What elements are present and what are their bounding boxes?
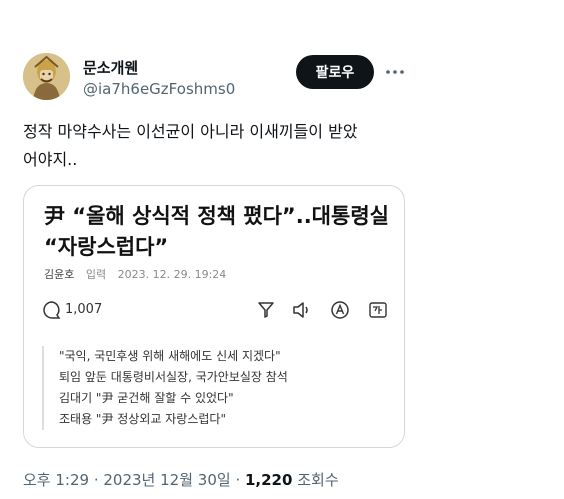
follow-button[interactable]: 팔로우 bbox=[296, 55, 374, 89]
tweet-text: 정작 마약수사는 이선균이 아니라 이새끼들이 받았 어야지.. bbox=[23, 118, 423, 174]
reporter-name: 김윤호 bbox=[44, 268, 75, 281]
tweet-line: 어야지.. bbox=[23, 150, 78, 169]
article-summary: "국익, 국민후생 위해 새해에도 신세 지겠다" 퇴임 앞둔 대통령비서실장,… bbox=[42, 346, 379, 430]
summary-line: 퇴임 앞둔 대통령비서실장, 국가안보실장 참석 bbox=[59, 370, 288, 384]
summary-line: "국익, 국민후생 위해 새해에도 신세 지겠다" bbox=[59, 349, 281, 363]
more-dots-icon[interactable] bbox=[383, 60, 407, 84]
meta-separator: · bbox=[230, 471, 245, 489]
translate-icon[interactable] bbox=[368, 300, 388, 320]
card-headline: 尹 “올해 상식적 정책 폈다”..대통령실 “자랑스럽다” bbox=[44, 201, 394, 263]
views-label: 조회수 bbox=[297, 471, 339, 489]
input-label: 입력 bbox=[85, 268, 107, 281]
author-avatar[interactable] bbox=[23, 53, 70, 100]
summary-line: 조태용 "尹 정상외교 자랑스럽다" bbox=[59, 412, 226, 426]
headline-line: “자랑스럽다” bbox=[44, 235, 169, 259]
views-count: 1,220 bbox=[244, 471, 293, 489]
card-byline: 김윤호 입력 2023. 12. 29. 19:24 bbox=[44, 266, 226, 282]
summary-icon[interactable] bbox=[256, 300, 276, 320]
comment-icon[interactable] bbox=[42, 300, 62, 320]
post-time[interactable]: 오후 1:29 bbox=[23, 471, 89, 489]
headline-line: 尹 “올해 상식적 정책 폈다”..대통령실 bbox=[44, 204, 389, 228]
post-date[interactable]: 2023년 12월 30일 bbox=[103, 471, 230, 489]
warrior-avatar-icon bbox=[23, 53, 70, 100]
tweet-line: 정작 마약수사는 이선균이 아니라 이새끼들이 받았 bbox=[23, 122, 358, 141]
audio-icon[interactable] bbox=[292, 300, 312, 320]
summary-line: 김대기 "尹 굳건해 잘할 수 있었다" bbox=[59, 391, 234, 405]
author-handle[interactable]: @ia7h6eGzFoshms0 bbox=[83, 80, 235, 98]
meta-separator: · bbox=[89, 471, 104, 489]
news-card[interactable]: 尹 “올해 상식적 정책 폈다”..대통령실 “자랑스럽다” 김윤호 입력 20… bbox=[23, 185, 405, 448]
tweet-meta: 오후 1:29 · 2023년 12월 30일 · 1,220 조회수 bbox=[23, 469, 339, 490]
font-size-icon[interactable] bbox=[330, 300, 350, 320]
author-name[interactable]: 문소개웬 bbox=[83, 57, 138, 78]
article-timestamp: 2023. 12. 29. 19:24 bbox=[117, 268, 227, 281]
comment-count[interactable]: 1,007 bbox=[65, 302, 102, 317]
